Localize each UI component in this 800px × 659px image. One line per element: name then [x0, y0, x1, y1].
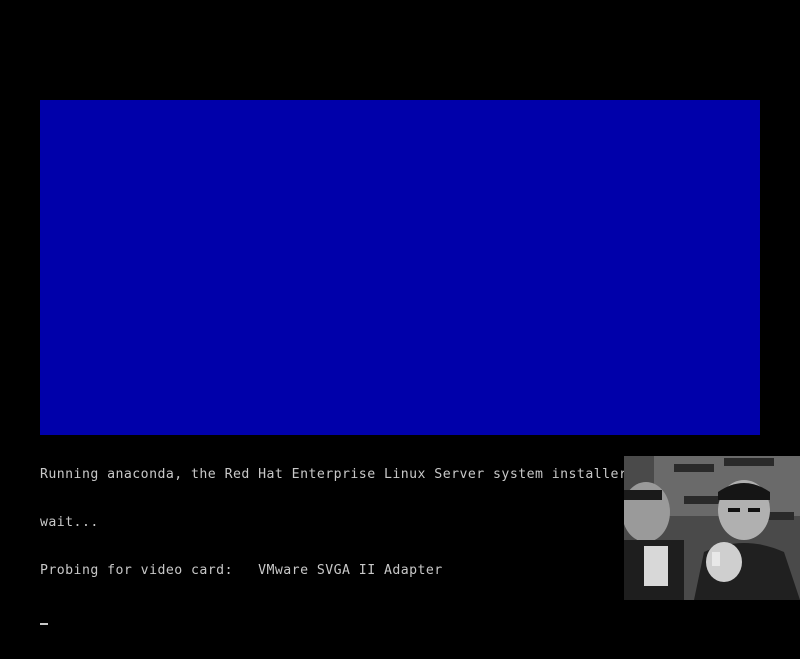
- installer-screen: Running anaconda, the Red Hat Enterprise…: [0, 0, 800, 625]
- webcam-icon: [624, 456, 800, 600]
- console-cursor-line: [40, 611, 760, 627]
- installer-blue-panel: [40, 100, 760, 435]
- text-cursor: [40, 623, 48, 625]
- webcam-overlay: [624, 456, 800, 600]
